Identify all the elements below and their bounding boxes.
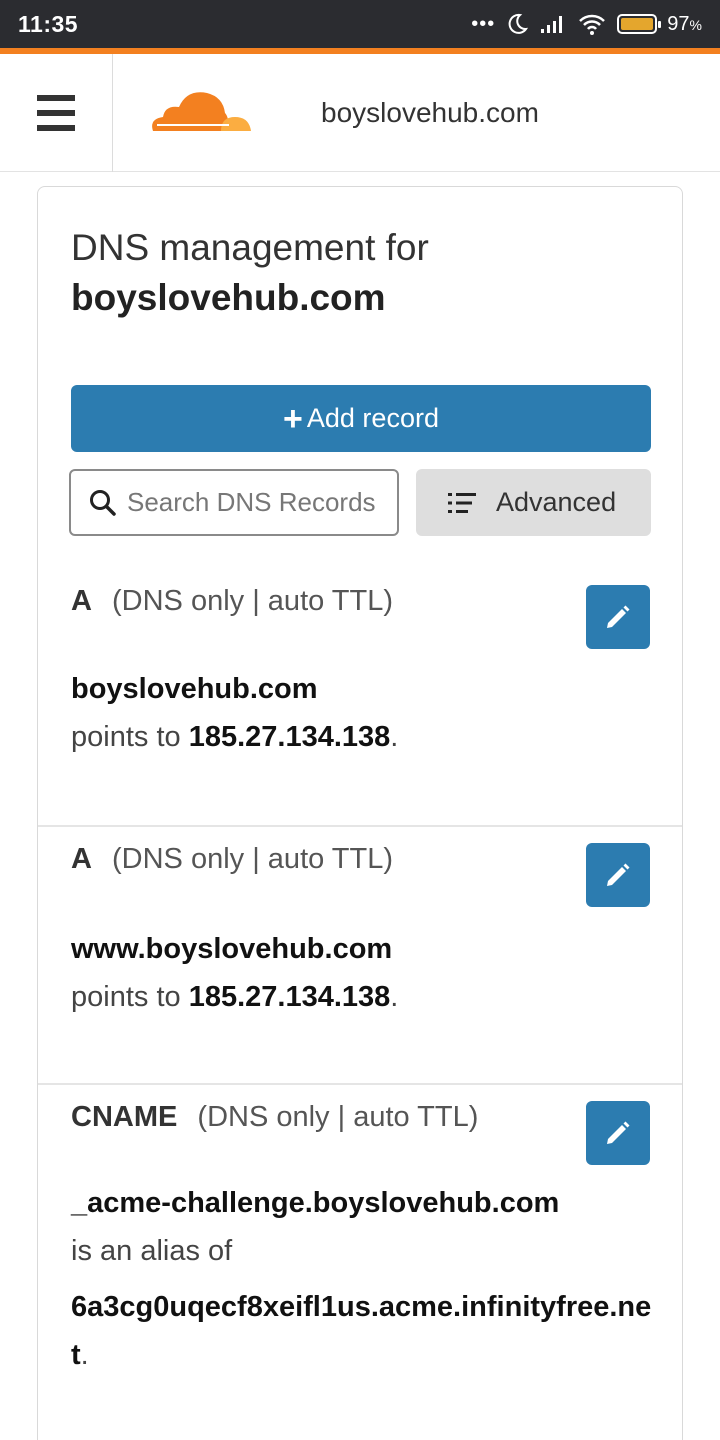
status-icons: ••• 97% [471, 12, 702, 36]
record-type-line: CNAME (DNS only | auto TTL) [71, 1101, 478, 1134]
record-type-line: A (DNS only | auto TTL) [71, 843, 393, 876]
dns-record: A (DNS only | auto TTL) boyslovehub.com … [38, 567, 682, 825]
record-meta: (DNS only | auto TTL) [112, 585, 393, 617]
record-end: . [80, 1339, 89, 1371]
status-time: 11:35 [18, 10, 79, 37]
edit-record-button[interactable] [586, 585, 650, 649]
search-input[interactable] [127, 487, 387, 518]
record-type: A [71, 585, 92, 617]
wifi-icon [579, 14, 606, 35]
more-notifications-icon: ••• [471, 12, 496, 35]
advanced-label: Advanced [496, 487, 617, 517]
record-type: A [71, 843, 92, 875]
record-target: 185.27.134.138 [188, 721, 391, 753]
cloudflare-logo-icon[interactable] [145, 83, 255, 143]
battery-icon [617, 14, 662, 34]
record-relation: points to [71, 721, 189, 753]
record-type-line: A (DNS only | auto TTL) [71, 585, 393, 618]
page-title-prefix: DNS management for [71, 227, 429, 268]
pencil-icon [607, 1121, 630, 1144]
record-meta: (DNS only | auto TTL) [197, 1101, 479, 1133]
pencil-icon [607, 605, 630, 628]
edit-record-button[interactable] [586, 1101, 650, 1165]
record-name: www.boyslovehub.com [71, 933, 393, 965]
dns-record: A (DNS only | auto TTL) www.boyslovehub.… [38, 825, 682, 1083]
menu-button[interactable] [0, 53, 113, 172]
battery-percent: 97% [667, 12, 702, 35]
add-record-button[interactable]: + Add record [71, 385, 651, 452]
list-filter-icon [448, 492, 476, 513]
record-target-line: 6a3cg0uqecf8xeifl1us.acme.infinityfree.n… [71, 1283, 661, 1379]
record-target-line: points to 185.27.134.138. [71, 721, 398, 754]
app-header: boyslovehub.com [0, 53, 720, 172]
record-target-line: points to 185.27.134.138. [71, 981, 398, 1014]
search-dns-records[interactable] [69, 469, 399, 536]
signal-icon [541, 16, 563, 33]
pencil-icon [607, 863, 630, 886]
page-title: DNS management for boyslovehub.com [71, 223, 429, 323]
search-icon [90, 489, 116, 516]
record-meta: (DNS only | auto TTL) [112, 843, 393, 875]
header-domain[interactable]: boyslovehub.com [321, 97, 539, 129]
add-record-label: Add record [306, 403, 439, 433]
record-name: boyslovehub.com [71, 673, 318, 705]
record-relation: is an alias of [71, 1235, 233, 1267]
plus-icon: + [283, 399, 303, 438]
edit-record-button[interactable] [586, 843, 650, 907]
dns-management-card: DNS management for boyslovehub.com + Add… [37, 186, 683, 1440]
hamburger-menu-icon [37, 94, 75, 131]
moon-icon [508, 13, 529, 34]
record-end: . [390, 981, 399, 1013]
status-bar: 11:35 ••• 97% [0, 0, 720, 48]
record-target: 185.27.134.138 [188, 981, 391, 1013]
record-end: . [390, 721, 399, 753]
advanced-button[interactable]: Advanced [416, 469, 651, 536]
record-type: CNAME [71, 1101, 178, 1133]
page-title-domain: boyslovehub.com [71, 277, 386, 318]
record-name: _acme-challenge.boyslovehub.com [71, 1187, 560, 1219]
dns-record: CNAME (DNS only | auto TTL) _acme-challe… [38, 1083, 682, 1371]
record-target: 6a3cg0uqecf8xeifl1us.acme.infinityfree.n… [71, 1291, 652, 1371]
record-relation: points to [71, 981, 189, 1013]
